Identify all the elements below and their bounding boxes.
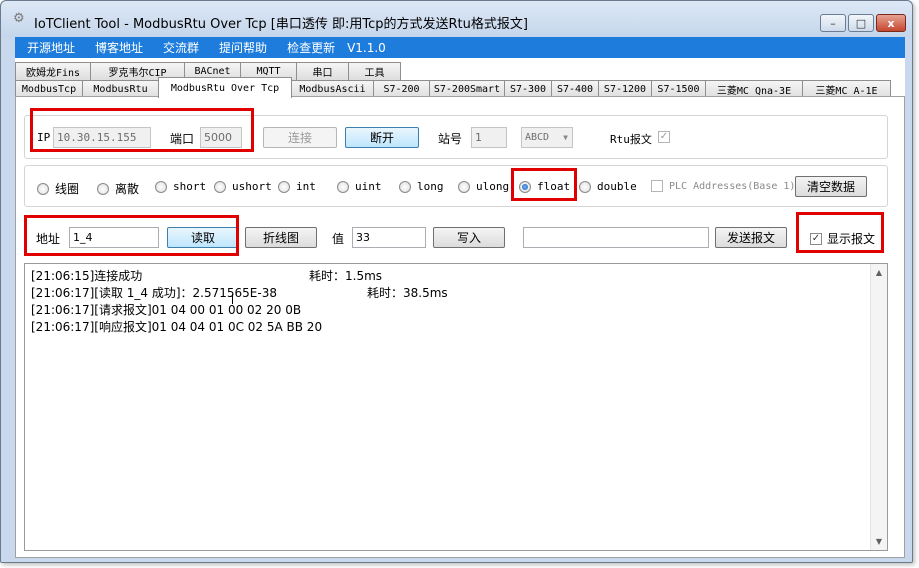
log-line-text: [21:06:17][响应报文]01 04 04 01 0C 02 5A BB … bbox=[31, 320, 323, 334]
log-line-time: 耗时：1.5ms bbox=[309, 269, 383, 283]
tab-serial[interactable]: 串口 bbox=[296, 62, 349, 80]
text-cursor bbox=[232, 294, 233, 304]
radio-circle-icon bbox=[278, 180, 290, 193]
log-lines: [21:06:15]连接成功 耗时：1.5ms [21:06:17][读取 1_… bbox=[31, 268, 448, 336]
radio-short[interactable]: short bbox=[155, 180, 206, 193]
radio-coil[interactable]: 线圈 bbox=[37, 180, 79, 197]
radio-circle-icon bbox=[458, 180, 470, 193]
maximize-button[interactable]: □ bbox=[848, 14, 874, 32]
clear-data-button[interactable]: 清空数据 bbox=[795, 176, 867, 197]
datatype-group: 线圈 离散 short ushort int uint long ulong f… bbox=[24, 165, 888, 207]
log-line: [21:06:17][响应报文]01 04 04 01 0C 02 5A BB … bbox=[31, 319, 322, 336]
radio-uint-label: uint bbox=[355, 180, 382, 193]
log-line: [21:06:15]连接成功 耗时：1.5ms bbox=[31, 268, 382, 285]
log-line-time: 耗时：38.5ms bbox=[367, 286, 448, 300]
plc-addresses-checkbox[interactable]: PLC Addresses(Base 1) bbox=[651, 180, 795, 192]
value-label: 值 bbox=[332, 232, 345, 246]
checkmark-icon: ✓ bbox=[810, 232, 822, 245]
gear-icon: ⚙ bbox=[13, 11, 25, 26]
radio-short-label: short bbox=[173, 180, 207, 193]
radio-ulong-label: ulong bbox=[476, 180, 510, 193]
radio-int[interactable]: int bbox=[278, 180, 316, 193]
station-input[interactable]: 1 bbox=[471, 127, 507, 148]
write-button[interactable]: 写入 bbox=[433, 227, 505, 248]
plc-addresses-label: PLC Addresses(Base 1) bbox=[669, 180, 796, 192]
radio-circle-icon bbox=[97, 182, 109, 195]
log-line: [21:06:17][读取 1_4 成功]：2.571565E-38 耗时：38… bbox=[31, 285, 448, 302]
checkmark-icon: ✓ bbox=[659, 131, 669, 142]
radio-uint[interactable]: uint bbox=[337, 180, 382, 193]
client-area: 欧姆龙Fins 罗克韦尔CIP BACnet MQTT 串口 工具 Modbus… bbox=[15, 58, 905, 558]
address-label: 地址 bbox=[36, 232, 61, 246]
log-textarea[interactable]: [21:06:15]连接成功 耗时：1.5ms [21:06:17][读取 1_… bbox=[24, 263, 888, 551]
tab-omron-fins[interactable]: 欧姆龙Fins bbox=[15, 62, 91, 80]
log-line: [21:06:17][请求报文]01 04 00 01 00 02 20 0B bbox=[31, 302, 322, 319]
disconnect-button[interactable]: 断开 bbox=[345, 127, 419, 148]
app-window: ⚙ IoTClient Tool - ModbusRtu Over Tcp [串… bbox=[0, 0, 913, 563]
radio-long[interactable]: long bbox=[399, 180, 444, 193]
byte-order-value: ABCD bbox=[525, 132, 550, 143]
menu-check-update[interactable]: 检查更新 bbox=[287, 39, 335, 56]
chevron-down-icon: ▼ bbox=[563, 133, 568, 142]
radio-float-label: float bbox=[537, 180, 571, 193]
minimize-button[interactable]: – bbox=[820, 14, 846, 32]
checkbox-empty-icon bbox=[651, 180, 663, 192]
log-line-text: [21:06:15]连接成功 bbox=[31, 269, 143, 283]
window-controls: – □ x bbox=[818, 14, 906, 32]
port-label: 端口 bbox=[170, 132, 195, 146]
show-packet-checkbox[interactable]: ✓ 显示报文 bbox=[810, 230, 875, 247]
menu-help[interactable]: 提问帮助 bbox=[219, 39, 267, 56]
radio-discrete-label: 离散 bbox=[115, 182, 140, 196]
log-line-text: [21:06:17][读取 1_4 成功]：2.571565E-38 bbox=[31, 286, 277, 300]
send-packet-button[interactable]: 发送报文 bbox=[715, 227, 787, 248]
port-input[interactable]: 5000 bbox=[200, 127, 242, 148]
menu-blog[interactable]: 博客地址 bbox=[95, 39, 143, 56]
radio-coil-label: 线圈 bbox=[55, 182, 80, 196]
address-input[interactable]: 1_4 bbox=[69, 227, 159, 248]
radio-circle-icon bbox=[155, 180, 167, 193]
station-label: 站号 bbox=[438, 132, 463, 146]
rtu-label: Rtu报文 bbox=[610, 133, 652, 146]
radio-ushort-label: ushort bbox=[232, 180, 272, 193]
radio-int-label: int bbox=[296, 180, 316, 193]
radio-selected-icon bbox=[519, 180, 531, 193]
log-scrollbar[interactable]: ▲ ▼ bbox=[870, 264, 887, 550]
window-title: IoTClient Tool - ModbusRtu Over Tcp [串口透… bbox=[34, 17, 528, 32]
rtu-checkbox[interactable]: ✓ bbox=[658, 131, 670, 143]
menu-open-source[interactable]: 开源地址 bbox=[27, 39, 75, 56]
radio-double-label: double bbox=[597, 180, 637, 193]
show-packet-label: 显示报文 bbox=[827, 232, 876, 246]
ip-input[interactable]: 10.30.15.155 bbox=[53, 127, 151, 148]
connect-button[interactable]: 连接 bbox=[263, 127, 337, 148]
close-button[interactable]: x bbox=[876, 14, 906, 32]
radio-circle-icon bbox=[214, 180, 226, 193]
read-button[interactable]: 读取 bbox=[167, 227, 239, 248]
radio-circle-icon bbox=[37, 182, 49, 195]
connection-group: IP 10.30.15.155 端口 5000 连接 断开 站号 1 ABCD … bbox=[24, 115, 888, 159]
menu-group[interactable]: 交流群 bbox=[163, 39, 199, 56]
tab-modbus-rtu-over-tcp[interactable]: ModbusRtu Over Tcp bbox=[158, 77, 292, 98]
title-bar[interactable]: ⚙ IoTClient Tool - ModbusRtu Over Tcp [串… bbox=[1, 1, 912, 37]
radio-ulong[interactable]: ulong bbox=[458, 180, 509, 193]
version-label: V1.1.0 bbox=[347, 40, 386, 55]
radio-circle-icon bbox=[399, 180, 411, 193]
menu-bar: 开源地址 博客地址 交流群 提问帮助 检查更新 V1.1.0 bbox=[15, 37, 905, 58]
radio-long-label: long bbox=[417, 180, 444, 193]
radio-double[interactable]: double bbox=[579, 180, 637, 193]
value-input[interactable]: 33 bbox=[352, 227, 426, 248]
radio-float[interactable]: float bbox=[519, 180, 570, 193]
send-packet-input[interactable] bbox=[523, 227, 709, 248]
line-chart-button[interactable]: 折线图 bbox=[245, 227, 317, 248]
radio-ushort[interactable]: ushort bbox=[214, 180, 272, 193]
byte-order-select[interactable]: ABCD ▼ bbox=[521, 127, 573, 148]
arrow-up-icon[interactable]: ▲ bbox=[871, 264, 887, 281]
tab-panel: IP 10.30.15.155 端口 5000 连接 断开 站号 1 ABCD … bbox=[15, 96, 905, 558]
ip-label: IP bbox=[37, 131, 51, 144]
radio-discrete[interactable]: 离散 bbox=[97, 180, 139, 197]
arrow-down-icon[interactable]: ▼ bbox=[871, 533, 887, 550]
radio-circle-icon bbox=[579, 180, 591, 193]
tab-tools[interactable]: 工具 bbox=[348, 62, 401, 80]
log-line-text: [21:06:17][请求报文]01 04 00 01 00 02 20 0B bbox=[31, 303, 302, 317]
radio-circle-icon bbox=[337, 180, 349, 193]
